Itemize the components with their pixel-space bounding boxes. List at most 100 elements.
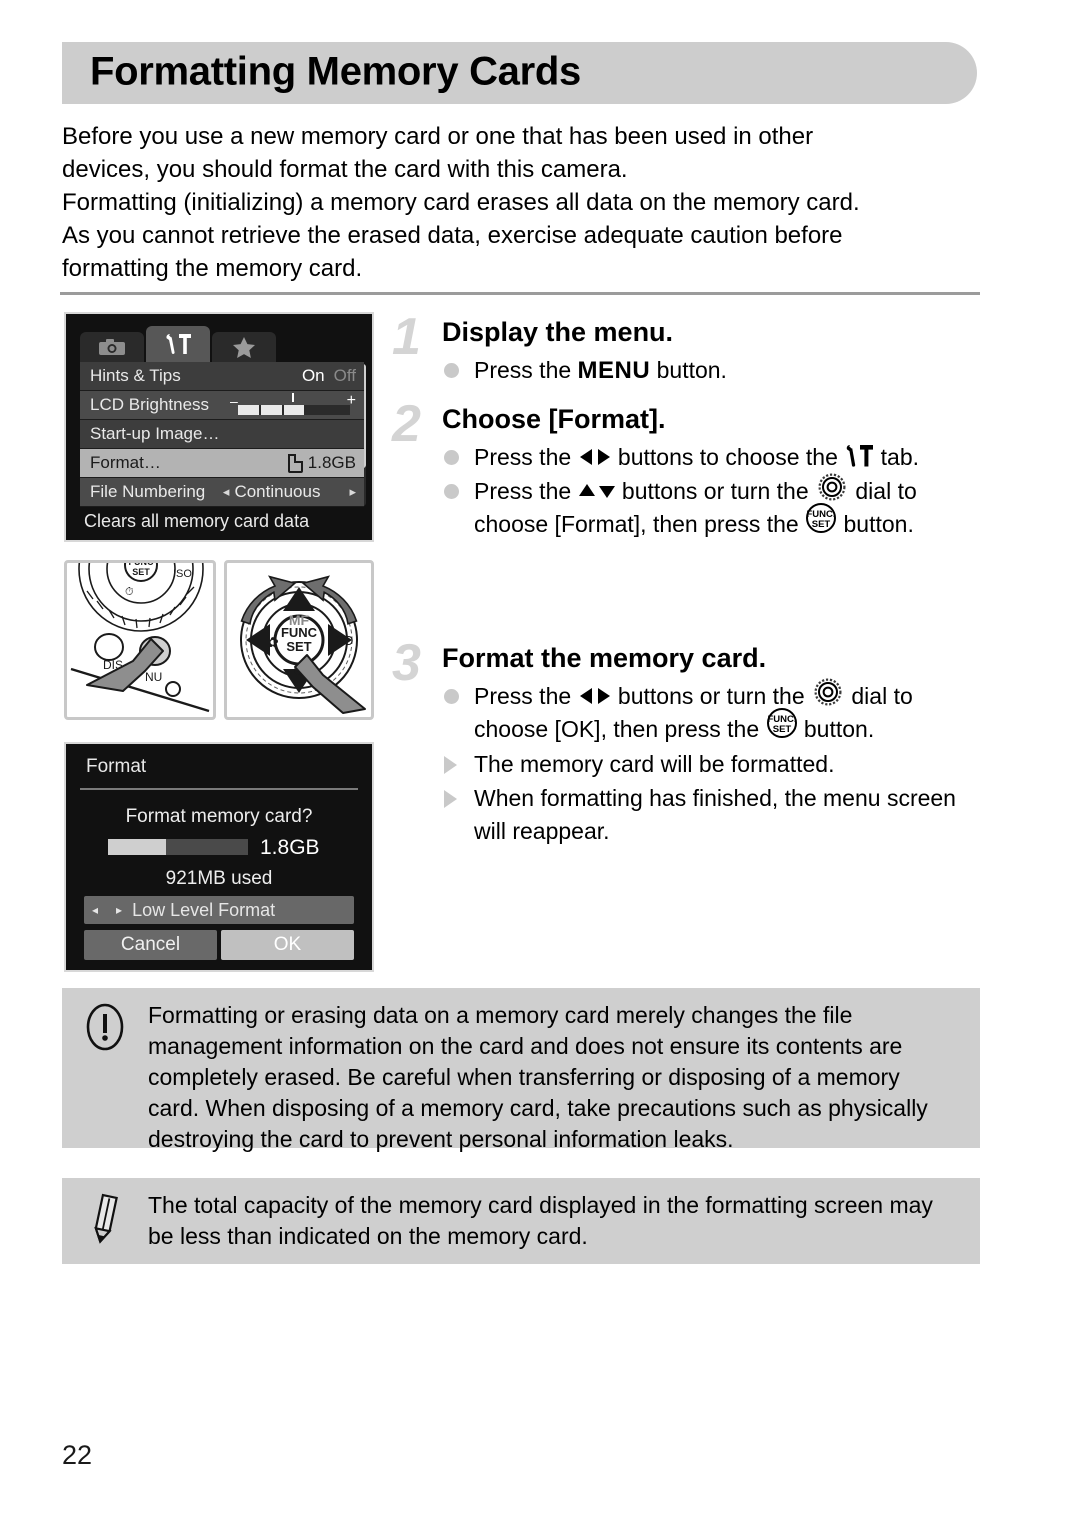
step-3-heading: Format the memory card. [442, 642, 767, 673]
menu-row-hints-tips[interactable]: Hints & Tips On Off [80, 362, 364, 391]
svg-text:SET: SET [132, 567, 150, 577]
menu-row-lcd-brightness[interactable]: LCD Brightness – + [80, 391, 364, 420]
file-numbering-left-arrow-icon[interactable]: ◂ [223, 484, 230, 500]
svg-text:ISO: ISO [173, 568, 192, 580]
svg-text:SET: SET [772, 724, 791, 735]
bullet-dot-icon [444, 688, 459, 704]
func-set-icon: FUNC. SET [766, 707, 797, 738]
step-3-bullet-2: The memory card will be formatted. [442, 748, 992, 781]
control-dial-icon [814, 678, 842, 706]
step-1-bullet-1: Press the MENU button. [442, 354, 992, 387]
format-dialog-title: Format [86, 756, 147, 777]
bullet-triangle-icon [444, 789, 457, 808]
capacity-used-label: 921MB used [165, 868, 273, 889]
menu-label-startup-image: Start-up Image… [90, 424, 220, 443]
brightness-seg-3 [283, 405, 305, 415]
step-1-bullet-1-pre: Press the [474, 357, 578, 383]
menu-row-startup-image[interactable]: Start-up Image… [80, 420, 364, 449]
svg-text:✿: ✿ [267, 634, 279, 650]
tab-my-menu [212, 332, 276, 362]
low-level-format-row[interactable]: ◂ ▸ Low Level Format [84, 896, 354, 924]
step-3-b1-t4: button. [797, 715, 875, 742]
lcd-brightness-slider[interactable]: – + [228, 392, 356, 416]
step-1-number: 1 [392, 308, 421, 366]
menu-help-text: Clears all memory card data [84, 511, 310, 531]
file-numbering-right-arrow-icon[interactable]: ▸ [349, 484, 356, 500]
capacity-total-label: 1.8GB [260, 836, 320, 859]
func-set-icon: FUNC. SET [806, 502, 837, 533]
step-3-number: 3 [392, 633, 421, 692]
menu-row-file-numbering[interactable]: File Numbering ◂ Continuous ▸ [80, 478, 364, 507]
brightness-center-tick [292, 393, 294, 402]
note-icon-box [62, 1178, 148, 1264]
left-right-buttons-icon [579, 687, 610, 704]
step-2-bullet-1: Press the buttons to choose the tab. [442, 441, 992, 474]
intro-line-3: Formatting (initializing) a memory card … [62, 189, 860, 216]
page-title-band: Formatting Memory Cards [62, 42, 977, 104]
menu-tab-strip [80, 326, 278, 362]
menu-button-word: MENU [577, 357, 651, 384]
brightness-minus-label: – [230, 393, 238, 409]
intro-line-4: As you cannot retrieve the erased data, … [62, 222, 843, 249]
step-1: 1 Display the menu. Press the MENU butto… [392, 308, 992, 387]
brightness-seg-2 [260, 405, 282, 415]
step-2-b2-t4: button. [837, 511, 914, 537]
camera-menu-button-photo: FUNC SET ISO ⏱ DIS NU [64, 560, 216, 720]
step-2-b2-t1: Press the [474, 478, 578, 504]
capacity-gauge [108, 839, 248, 855]
format-dialog-screenshot: Format Format memory card? 1.8GB 921MB u… [64, 742, 374, 972]
step-2-bullets: Press the buttons to choose the tab. Pre… [442, 441, 992, 542]
low-level-left-arrow-icon[interactable]: ◂ [92, 903, 98, 917]
menu-row-format[interactable]: Format… 1.8GB [80, 449, 364, 478]
svg-text:SET: SET [812, 519, 831, 530]
section-divider [60, 292, 980, 295]
camera-back-illustration: FUNC SET ISO ⏱ DIS NU [70, 563, 210, 713]
camera-icon [99, 339, 125, 355]
step-2-heading: Choose [Format]. [442, 404, 666, 434]
svg-text:SET: SET [286, 639, 311, 654]
exclamation-circle-icon [86, 1003, 124, 1051]
step-2-bullet-2: Press the buttons or turn the dial to ch… [442, 473, 992, 542]
bullet-dot-icon [444, 363, 459, 378]
brightness-seg-5 [329, 405, 350, 415]
hints-value-on: On [301, 366, 325, 385]
menu-value-format: 1.8GB [287, 453, 356, 473]
menu-label-format: Format… [90, 453, 161, 472]
format-dialog-question: Format memory card? [125, 806, 313, 827]
menu-label-lcd-brightness: LCD Brightness [90, 395, 210, 414]
step-3-bullet-1: Press the buttons or turn the dial to ch… [442, 678, 992, 747]
intro-line-5: formatting the memory card. [62, 255, 363, 282]
wrench-hammer-icon [847, 444, 874, 467]
ok-button[interactable]: OK [221, 930, 354, 960]
page-number: 22 [62, 1440, 93, 1470]
cancel-button[interactable]: Cancel [84, 930, 217, 960]
dial-up-arrow [283, 587, 315, 611]
step-3-b2-text: The memory card will be formatted. [474, 750, 835, 777]
bullet-triangle-icon [444, 755, 457, 774]
step-3-bullets: Press the buttons or turn the dial to ch… [442, 678, 992, 848]
intro-line-2: devices, you should format the card with… [62, 156, 628, 183]
low-level-right-arrow-icon[interactable]: ▸ [116, 903, 122, 917]
note-text: The total capacity of the memory card di… [148, 1192, 933, 1249]
menu-value-hints-tips: On Off [302, 366, 356, 386]
menu-value-file-numbering: ◂ Continuous ▸ [223, 482, 356, 502]
pencil-icon [94, 1193, 118, 1244]
step-2-b1-t1: Press the [474, 444, 578, 470]
menu-label-hints-tips: Hints & Tips [90, 366, 181, 385]
bullet-dot-icon [444, 484, 459, 499]
step-3-bullet-3: When formatting has finished, the menu s… [442, 782, 992, 848]
svg-text:ISO: ISO [331, 633, 353, 648]
step-2-b2-t2: buttons or turn the [615, 478, 815, 504]
star-icon [233, 337, 255, 358]
menu-item-list: Hints & Tips On Off LCD Brightness – + S… [80, 362, 364, 507]
manual-page: Formatting Memory Cards Before you use a… [0, 0, 1080, 1521]
warning-icon-box [62, 988, 148, 1148]
control-dial-illustration: FUNC SET MF ISO ✿ ⏱ [240, 575, 366, 714]
capacity-gauge-fill [108, 839, 166, 855]
svg-text:NU: NU [145, 670, 162, 684]
left-right-buttons-icon [579, 448, 610, 465]
step-2-number: 2 [392, 395, 421, 453]
step-2-b1-t2: buttons to choose the [611, 444, 845, 470]
intro-line-1: Before you use a new memory card or one … [62, 123, 814, 150]
menu-label-file-numbering: File Numbering [90, 482, 206, 501]
